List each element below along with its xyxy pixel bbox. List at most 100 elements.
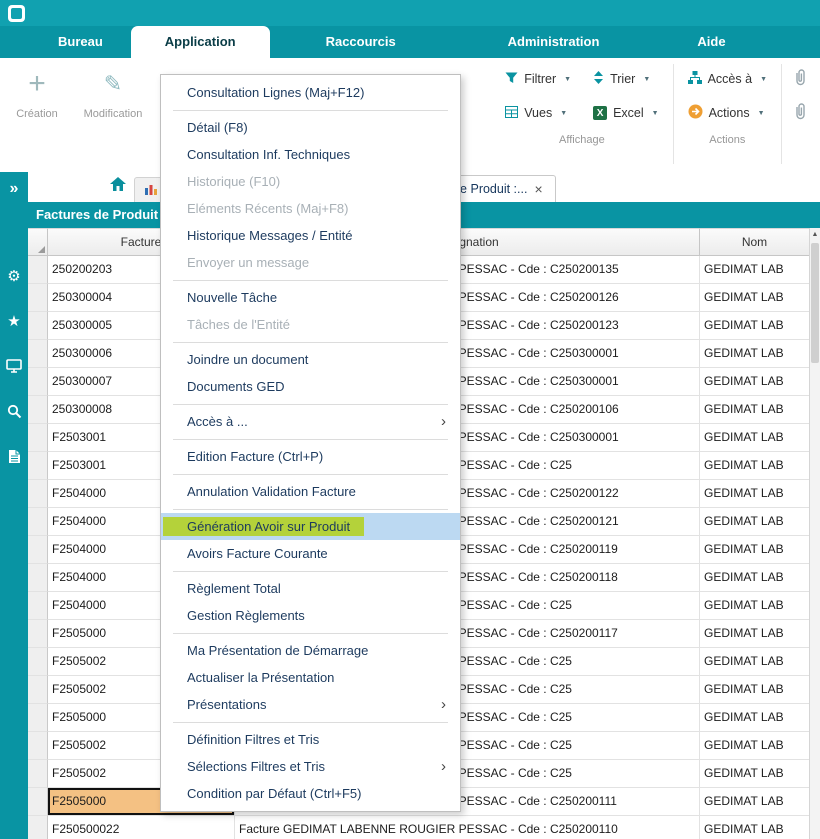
menu-item: Historique (F10) [161,168,460,195]
row-selector[interactable] [28,648,48,676]
star-icon[interactable]: ★ [0,311,28,331]
menu-item[interactable]: Nouvelle Tâche [161,284,460,311]
row-selector[interactable] [28,816,48,839]
menubar-item-application[interactable]: Application [131,26,270,58]
menu-item[interactable]: Actualiser la Présentation [161,664,460,691]
menu-item[interactable]: Détail (F8) [161,114,460,141]
search-icon[interactable] [0,401,28,421]
cell-nom[interactable]: GEDIMAT LAB [700,816,810,839]
filtrer-button[interactable]: Filtrer ▼ [495,62,581,96]
cell-nom[interactable]: GEDIMAT LAB [700,788,810,816]
vues-button[interactable]: Vues ▼ [495,96,581,130]
row-selector[interactable] [28,256,48,284]
row-selector[interactable] [28,508,48,536]
menu-item[interactable]: Joindre un document [161,346,460,373]
cell-nom[interactable]: GEDIMAT LAB [700,340,810,368]
attach-document-button-2[interactable] [786,96,814,130]
cell-nom[interactable]: GEDIMAT LAB [700,676,810,704]
cell-nom[interactable]: GEDIMAT LAB [700,396,810,424]
menu-item[interactable]: Documents GED [161,373,460,400]
menubar-item-aide[interactable]: Aide [677,26,745,58]
cell-nom[interactable]: GEDIMAT LAB [700,508,810,536]
scroll-up-icon[interactable]: ▲ [810,228,820,241]
menu-item[interactable]: Avoirs Facture Courante [161,540,460,567]
excel-button[interactable]: Excel ▼ [583,96,669,130]
left-sidebar: » ⚙ ★ [0,172,28,839]
row-selector[interactable] [28,704,48,732]
filtrer-label: Filtrer [524,72,556,86]
row-selector[interactable] [28,732,48,760]
row-selector[interactable] [28,620,48,648]
row-selector[interactable] [28,788,48,816]
menu-separator [173,110,448,111]
menu-item[interactable]: Consultation Inf. Techniques [161,141,460,168]
menu-item[interactable]: Génération Avoir sur Produit [161,513,460,540]
table-row[interactable]: F250500022Facture GEDIMAT LABENNE ROUGIE… [28,816,820,839]
row-selector[interactable] [28,676,48,704]
document-icon[interactable] [0,446,28,466]
cell-nom[interactable]: GEDIMAT LAB [700,256,810,284]
cell-nom[interactable]: GEDIMAT LAB [700,536,810,564]
select-all-corner[interactable] [28,228,48,256]
cell-nom[interactable]: GEDIMAT LAB [700,312,810,340]
cell-nom[interactable]: GEDIMAT LAB [700,648,810,676]
cell-nom[interactable]: GEDIMAT LAB [700,620,810,648]
cell-nom[interactable]: GEDIMAT LAB [700,424,810,452]
row-selector[interactable] [28,424,48,452]
acces-a-button[interactable]: Accès à ▼ [678,62,777,96]
menu-item[interactable]: Sélections Filtres et Tris› [161,753,460,780]
row-selector[interactable] [28,564,48,592]
menu-item[interactable]: Historique Messages / Entité [161,222,460,249]
chevrons-right-icon[interactable]: » [0,180,28,198]
menu-item-label: Génération Avoir sur Produit [163,517,364,536]
actions-button[interactable]: Actions ▼ [678,96,777,130]
row-selector[interactable] [28,760,48,788]
row-selector[interactable] [28,340,48,368]
monitor-icon[interactable] [0,356,28,376]
row-selector[interactable] [28,368,48,396]
app-icon[interactable] [8,5,25,22]
menubar-item-raccourcis[interactable]: Raccourcis [298,26,424,58]
cell-nom[interactable]: GEDIMAT LAB [700,284,810,312]
menu-item-label: Nouvelle Tâche [187,290,277,305]
cell-nom[interactable]: GEDIMAT LAB [700,592,810,620]
cell-nom[interactable]: GEDIMAT LAB [700,368,810,396]
attach-document-button[interactable] [786,62,814,96]
trier-button[interactable]: Trier ▼ [583,62,669,96]
scrollbar-thumb[interactable] [811,243,819,363]
menu-item[interactable]: Ma Présentation de Démarrage [161,637,460,664]
row-selector[interactable] [28,480,48,508]
row-selector[interactable] [28,396,48,424]
menu-item[interactable]: Annulation Validation Facture [161,478,460,505]
row-selector[interactable] [28,284,48,312]
menu-item[interactable]: Accès à ...› [161,408,460,435]
cell-facture[interactable]: F250500022 [48,816,235,839]
close-icon[interactable]: × [534,182,542,196]
gear-icon[interactable]: ⚙ [0,266,28,286]
cell-nom[interactable]: GEDIMAT LAB [700,564,810,592]
cell-nom[interactable]: GEDIMAT LAB [700,480,810,508]
row-selector[interactable] [28,452,48,480]
menu-item-label: Eléments Récents (Maj+F8) [187,201,348,216]
menu-item[interactable]: Gestion Règlements [161,602,460,629]
menu-item[interactable]: Présentations› [161,691,460,718]
cell-nom[interactable]: GEDIMAT LAB [700,452,810,480]
menu-item[interactable]: Définition Filtres et Tris [161,726,460,753]
menubar-item-bureau[interactable]: Bureau [30,26,131,58]
home-icon[interactable] [110,177,126,196]
row-selector[interactable] [28,536,48,564]
cell-nom[interactable]: GEDIMAT LAB [700,704,810,732]
cell-nom[interactable]: GEDIMAT LAB [700,732,810,760]
cell-nom[interactable]: GEDIMAT LAB [700,760,810,788]
menu-item-label: Détail (F8) [187,120,248,135]
row-selector[interactable] [28,592,48,620]
menu-item[interactable]: Règlement Total [161,575,460,602]
menubar-item-administration[interactable]: Administration [480,26,628,58]
row-selector[interactable] [28,312,48,340]
cell-designation[interactable]: Facture GEDIMAT LABENNE ROUGIER PESSAC -… [235,816,700,839]
column-header-nom[interactable]: Nom [700,228,810,256]
vertical-scrollbar[interactable]: ▲ [809,228,820,839]
menu-item[interactable]: Condition par Défaut (Ctrl+F5) [161,780,460,807]
menu-item[interactable]: Edition Facture (Ctrl+P) [161,443,460,470]
menu-item[interactable]: Consultation Lignes (Maj+F12) [161,79,460,106]
